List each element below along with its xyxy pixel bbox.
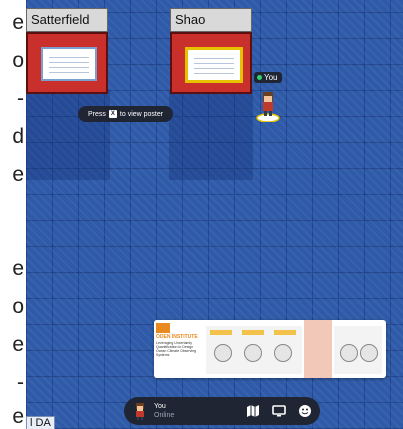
institute-logo-icon <box>156 323 170 333</box>
booth-zone <box>169 90 253 180</box>
text-fragment: - <box>17 87 24 110</box>
booth-satterfield[interactable]: Satterfield <box>26 8 108 96</box>
text-fragment: e <box>12 405 24 428</box>
text-fragment: o <box>12 49 24 72</box>
screen-share-icon[interactable] <box>272 404 286 418</box>
poster-board <box>170 32 252 94</box>
user-name: You <box>154 403 166 410</box>
text-fragment: d <box>12 125 24 148</box>
x-key-icon: X <box>108 110 117 118</box>
online-dot-icon <box>257 75 262 80</box>
text-fragment: e <box>12 257 24 280</box>
poster-divider <box>304 320 332 378</box>
booth-name: Shao <box>170 8 252 32</box>
user-avatar-icon <box>136 403 144 420</box>
poster-thumbnail-highlighted[interactable] <box>185 47 243 83</box>
user-status-text: Online <box>154 412 175 419</box>
poster-panel <box>334 326 382 374</box>
player-name: You <box>264 73 278 82</box>
text-fragment: o <box>12 295 24 318</box>
poster-preview[interactable]: ODEN INSTITUTE Leveraging Uncertainty Qu… <box>154 320 386 378</box>
left-text-strip: e o - d e e o e - e <box>0 0 26 429</box>
view-poster-hint: Press X to view poster <box>78 106 174 122</box>
booth-name: Satterfield <box>26 8 108 32</box>
poster-panel <box>206 326 302 374</box>
institute-name: ODEN INSTITUTE <box>156 334 198 340</box>
window-tab-label[interactable]: l DA <box>26 416 55 429</box>
poster-board <box>26 32 108 94</box>
player-avatar-icon[interactable] <box>255 88 281 122</box>
poster-title: Leveraging Uncertainty Quantification to… <box>156 341 197 357</box>
player-name-tag: You <box>254 72 282 83</box>
game-map[interactable]: Satterfield Shao Press X to view poster … <box>26 0 403 429</box>
bottom-dock: You Online <box>124 397 320 425</box>
text-fragment: e <box>12 11 24 34</box>
hint-prefix: Press <box>88 110 106 118</box>
poster-thumbnail[interactable] <box>41 47 97 81</box>
emoji-icon[interactable] <box>298 404 312 418</box>
booth-shao[interactable]: Shao <box>170 8 252 96</box>
map-icon[interactable] <box>246 404 260 418</box>
poster-header: ODEN INSTITUTE Leveraging Uncertainty Qu… <box>154 320 204 378</box>
text-fragment: e <box>12 163 24 186</box>
booth-zone <box>26 90 110 180</box>
text-fragment: e <box>12 333 24 356</box>
hint-suffix: to view poster <box>119 110 164 118</box>
user-status[interactable]: You Online <box>132 402 174 420</box>
text-fragment: - <box>17 371 24 394</box>
